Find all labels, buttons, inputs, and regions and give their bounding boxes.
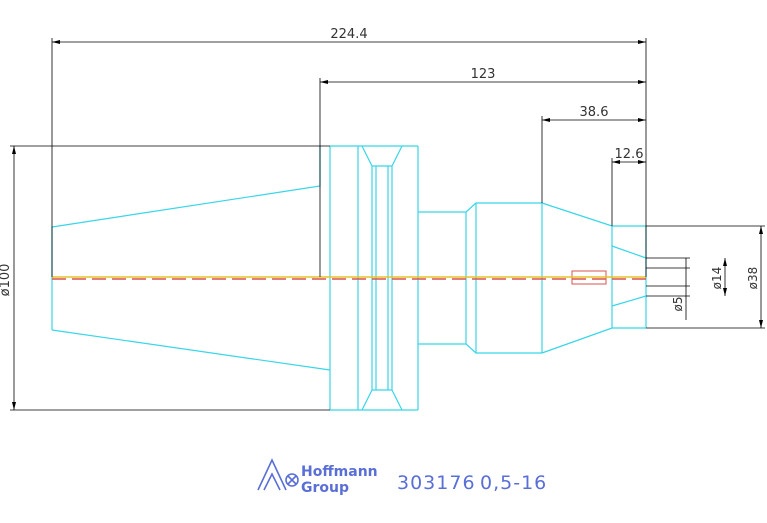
v-groove-right (391, 145, 403, 411)
nose-bottom (541, 327, 646, 354)
dim-nut-diameter: ø14 (710, 267, 724, 290)
dim-nose-length: 38.6 (580, 105, 609, 120)
taper-top-line (51, 146, 321, 228)
logo-line2: Group (301, 480, 349, 496)
taper-bottom-line (51, 329, 331, 371)
tool-holder-outline (51, 145, 647, 411)
centerline (52, 276, 646, 280)
arrow (759, 226, 763, 234)
dim-flange-diameter: ø100 (0, 264, 13, 297)
logo-line1: Hoffmann (301, 464, 378, 480)
size-range: 0,5-16 (480, 472, 547, 494)
nose-top (541, 202, 646, 227)
collet-bore-bottom (611, 295, 647, 307)
technical-drawing: 224.4 123 38.6 12.6 ø100 ø5 ø14 ø38 Hoff… (0, 27, 765, 496)
arrow (320, 80, 328, 84)
v-groove-left (361, 145, 373, 411)
arrow (12, 146, 16, 154)
dim-bore-diameter: ø5 (671, 297, 685, 312)
collet-bore-top (611, 245, 647, 259)
dim-collet-diameter: ø38 (746, 267, 760, 290)
arrow (759, 320, 763, 328)
arrow (52, 40, 60, 44)
neck-top (418, 202, 542, 213)
dim-taper-length: 123 (471, 67, 496, 82)
arrow (638, 118, 646, 122)
arrow (723, 258, 727, 266)
dim-tip-length: 12.6 (615, 147, 644, 162)
part-number: 303176 (397, 472, 476, 494)
neck-bottom (418, 343, 542, 354)
arrow (638, 80, 646, 84)
arrow (638, 40, 646, 44)
arrow (12, 402, 16, 410)
arrow (542, 118, 550, 122)
hoffmann-logo-icon (257, 458, 299, 491)
dim-overall-length: 224.4 (330, 27, 367, 42)
hoffmann-logo: Hoffmann Group (257, 458, 378, 496)
